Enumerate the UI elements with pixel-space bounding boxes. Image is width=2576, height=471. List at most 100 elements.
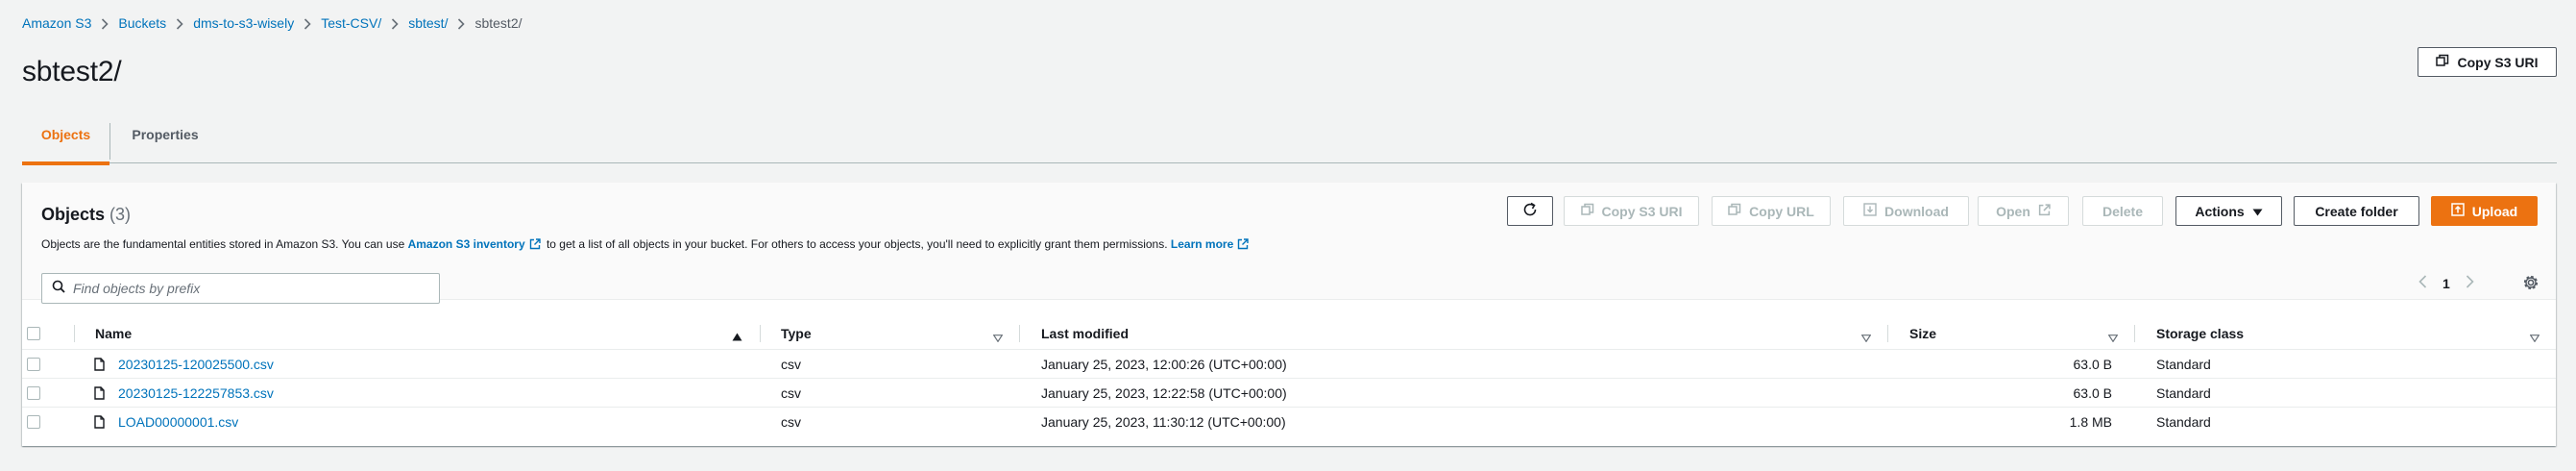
- object-last-modified: January 25, 2023, 12:00:26 (UTC+00:00): [1041, 357, 1287, 372]
- object-last-modified: January 25, 2023, 11:30:12 (UTC+00:00): [1041, 414, 1286, 430]
- next-page-icon[interactable]: [2466, 275, 2474, 291]
- chevron-right-icon: [91, 15, 118, 31]
- chevron-right-icon: [381, 15, 408, 31]
- object-name-link[interactable]: LOAD00000001.csv: [118, 408, 238, 436]
- panel-title: Objects (3): [41, 205, 131, 225]
- external-link-icon: [529, 238, 541, 253]
- chevron-right-icon: [166, 15, 193, 31]
- object-storage-class: Standard: [2156, 357, 2211, 372]
- copy-s3-uri-toolbar-label: Copy S3 URI: [1601, 203, 1683, 219]
- breadcrumb-amazon-s3[interactable]: Amazon S3: [22, 15, 91, 31]
- column-divider: [760, 325, 761, 342]
- copy-url-label: Copy URL: [1749, 203, 1814, 219]
- refresh-button[interactable]: [1507, 196, 1553, 226]
- column-header-size[interactable]: Size: [1909, 317, 1936, 350]
- copy-url-button[interactable]: Copy URL: [1712, 196, 1831, 226]
- sort-icon[interactable]: [2529, 330, 2540, 345]
- tab-bar: Objects Properties: [22, 115, 2557, 165]
- file-icon: [94, 358, 105, 374]
- object-type: csv: [781, 385, 801, 401]
- object-name-link[interactable]: 20230125-120025500.csv: [118, 350, 274, 379]
- copy-s3-uri-button[interactable]: Copy S3 URI: [2418, 47, 2557, 77]
- open-button[interactable]: Open: [1978, 196, 2069, 226]
- learn-more-link[interactable]: Learn more: [1171, 237, 1233, 251]
- object-storage-class: Standard: [2156, 414, 2211, 430]
- delete-button[interactable]: Delete: [2082, 196, 2163, 226]
- copy-s3-uri-toolbar-button[interactable]: Copy S3 URI: [1564, 196, 1699, 226]
- upload-button[interactable]: Upload: [2431, 196, 2538, 226]
- search-input[interactable]: [73, 281, 419, 296]
- column-divider: [1887, 325, 1888, 342]
- object-last-modified: January 25, 2023, 12:22:58 (UTC+00:00): [1041, 385, 1287, 401]
- breadcrumb-buckets[interactable]: Buckets: [118, 15, 166, 31]
- page-title: sbtest2/: [22, 56, 122, 87]
- table-row[interactable]: 20230125-120025500.csv csv January 25, 2…: [22, 350, 2556, 379]
- panel-title-text: Objects: [41, 205, 106, 224]
- breadcrumb-folder-test-csv[interactable]: Test-CSV/: [321, 15, 381, 31]
- row-checkbox[interactable]: [27, 358, 40, 371]
- file-icon: [94, 415, 105, 432]
- file-icon: [94, 386, 105, 403]
- object-type: csv: [781, 414, 801, 430]
- object-size: 63.0 B: [2073, 357, 2112, 372]
- tab-objects[interactable]: Objects: [22, 115, 109, 165]
- sort-icon[interactable]: [2107, 330, 2119, 345]
- previous-page-icon[interactable]: [2418, 275, 2427, 291]
- table-header: Name Type Last modified Size Storage cla…: [22, 317, 2556, 350]
- object-name-link[interactable]: 20230125-122257853.csv: [118, 379, 274, 408]
- tab-properties[interactable]: Properties: [110, 115, 220, 163]
- pagination: 1: [2418, 275, 2474, 291]
- caret-down-icon: [2252, 204, 2263, 219]
- chevron-right-icon: [294, 15, 321, 31]
- open-label: Open: [1996, 203, 2030, 219]
- upload-label: Upload: [2471, 203, 2518, 219]
- s3-inventory-link[interactable]: Amazon S3 inventory: [408, 237, 525, 251]
- panel-description: Objects are the fundamental entities sto…: [41, 237, 1252, 253]
- row-checkbox[interactable]: [27, 386, 40, 400]
- upload-icon: [2451, 203, 2465, 219]
- select-all-checkbox[interactable]: [27, 327, 40, 340]
- download-icon: [1863, 203, 1877, 219]
- copy-icon: [1580, 203, 1594, 219]
- object-size: 1.8 MB: [2069, 414, 2112, 430]
- table-row[interactable]: 20230125-122257853.csv csv January 25, 2…: [22, 379, 2556, 408]
- copy-icon: [1728, 203, 1741, 219]
- row-checkbox[interactable]: [27, 415, 40, 429]
- chevron-right-icon: [448, 15, 474, 31]
- current-page[interactable]: 1: [2442, 276, 2450, 291]
- object-storage-class: Standard: [2156, 385, 2211, 401]
- external-link-icon: [2038, 203, 2051, 219]
- sort-icon[interactable]: [1860, 330, 1872, 345]
- search-box: [41, 273, 440, 304]
- actions-label: Actions: [2195, 203, 2245, 219]
- create-folder-button[interactable]: Create folder: [2294, 196, 2419, 226]
- desc-after: to get a list of all objects in your buc…: [546, 237, 1168, 251]
- sort-icon[interactable]: [992, 330, 1004, 345]
- column-header-storage-class[interactable]: Storage class: [2156, 317, 2244, 350]
- object-type: csv: [781, 357, 801, 372]
- search-icon: [52, 280, 65, 298]
- column-header-type[interactable]: Type: [781, 317, 812, 350]
- column-divider: [2134, 325, 2135, 342]
- breadcrumb-folder-sbtest[interactable]: sbtest/: [408, 15, 448, 31]
- refresh-icon: [1522, 202, 1538, 220]
- copy-s3-uri-label: Copy S3 URI: [2457, 54, 2539, 70]
- sort-ascending-icon[interactable]: [732, 329, 742, 344]
- desc-before: Objects are the fundamental entities sto…: [41, 237, 405, 251]
- object-count: (3): [109, 205, 132, 224]
- breadcrumb-bucket[interactable]: dms-to-s3-wisely: [193, 15, 294, 31]
- column-header-name[interactable]: Name: [95, 317, 132, 350]
- download-label: Download: [1884, 203, 1949, 219]
- column-divider: [74, 325, 75, 342]
- breadcrumb: Amazon S3 Buckets dms-to-s3-wisely Test-…: [22, 15, 522, 31]
- gear-icon[interactable]: [2522, 274, 2540, 296]
- column-header-last-modified[interactable]: Last modified: [1041, 317, 1129, 350]
- breadcrumb-current: sbtest2/: [474, 15, 522, 31]
- external-link-icon: [1237, 238, 1249, 253]
- table-row[interactable]: LOAD00000001.csv csv January 25, 2023, 1…: [22, 408, 2556, 436]
- object-size: 63.0 B: [2073, 385, 2112, 401]
- copy-icon: [2436, 54, 2449, 70]
- column-divider: [1019, 325, 1020, 342]
- download-button[interactable]: Download: [1843, 196, 1969, 226]
- actions-dropdown[interactable]: Actions: [2175, 196, 2282, 226]
